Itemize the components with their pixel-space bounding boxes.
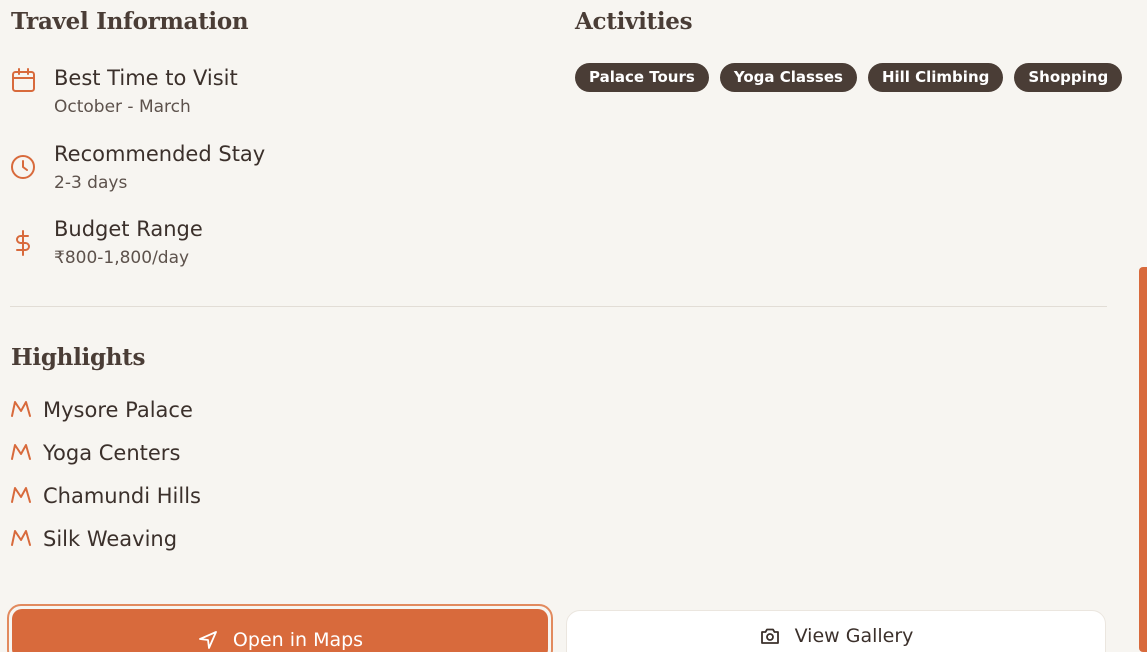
highlight-label: Mysore Palace (43, 398, 193, 422)
open-in-maps-label: Open in Maps (232, 629, 364, 651)
highlights-title: Highlights (11, 344, 146, 371)
destination-details: Travel Information Best Time to Visit Oc… (0, 0, 1147, 652)
info-item-recommended-stay: Recommended Stay 2-3 days (10, 142, 510, 202)
highlight-label: Chamundi Hills (43, 484, 201, 508)
info-label: Best Time to Visit (54, 66, 238, 90)
view-gallery-label: View Gallery (794, 625, 914, 647)
scrollbar-thumb[interactable] (1139, 267, 1147, 652)
info-item-best-time: Best Time to Visit October - March (10, 66, 510, 126)
highlight-label: Yoga Centers (43, 441, 181, 465)
activity-tag: Palace Tours (575, 63, 709, 92)
activity-tag: Yoga Classes (719, 63, 857, 92)
mountain-icon (10, 485, 32, 505)
info-label: Recommended Stay (54, 142, 266, 166)
mountain-icon (10, 399, 32, 419)
clock-icon (10, 154, 38, 182)
activities-title: Activities (575, 8, 693, 35)
info-label: Budget Range (54, 217, 203, 241)
calendar-icon (10, 66, 38, 94)
info-value: ₹800-1,800/day (54, 248, 190, 268)
mountain-icon (10, 528, 32, 548)
open-in-maps-button-body[interactable]: Open in Maps (12, 609, 548, 652)
section-divider (10, 306, 1107, 307)
activity-tags: Palace Tours Yoga Classes Hill Climbing … (575, 63, 1123, 92)
camera-icon (759, 626, 781, 646)
info-item-budget-range: Budget Range ₹800-1,800/day (10, 217, 510, 277)
activity-tag: Hill Climbing (867, 63, 1004, 92)
mountain-icon (10, 442, 32, 462)
open-in-maps-button[interactable]: Open in Maps (7, 604, 553, 652)
info-value: 2-3 days (54, 173, 128, 193)
activity-tag: Shopping (1014, 63, 1123, 92)
info-value: October - March (54, 97, 191, 117)
travel-info-title: Travel Information (11, 8, 249, 35)
highlight-label: Silk Weaving (43, 527, 178, 551)
dollar-icon (10, 229, 38, 257)
view-gallery-button[interactable]: View Gallery (566, 610, 1106, 652)
navigation-icon (197, 629, 219, 651)
